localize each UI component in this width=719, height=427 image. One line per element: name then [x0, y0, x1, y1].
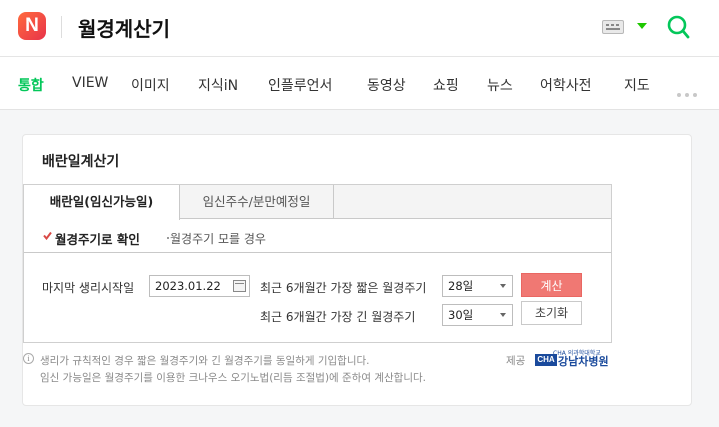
- bullet-dot: [167, 237, 169, 239]
- shortest-cycle-select[interactable]: 28일: [442, 275, 513, 297]
- longest-cycle-select[interactable]: 30일: [442, 304, 513, 326]
- calculator-box: 배란일(임신가능일) 임신주수/분만예정일 월경주기로 확인 월경주기 모를 경…: [23, 184, 612, 343]
- longest-cycle-label: 최근 6개월간 가장 긴 월경주기: [260, 310, 416, 324]
- calendar-icon[interactable]: [233, 280, 246, 292]
- search-query[interactable]: 월경계산기: [78, 13, 170, 42]
- tab-shopping[interactable]: 쇼핑: [433, 75, 459, 95]
- note-line-2: 임신 가능일은 월경주기를 이용한 크나우스 오기노법(리듬 조절법)에 준하여…: [40, 372, 426, 384]
- info-icon: i: [23, 353, 34, 364]
- chevron-down-icon: [500, 313, 506, 317]
- cha-hospital-logo[interactable]: CHA 의과학대학교 CHA 강남차병원: [535, 348, 615, 370]
- tab-influencer[interactable]: 인플루언서: [268, 75, 332, 95]
- last-period-input[interactable]: 2023.01.22: [149, 275, 250, 297]
- tab-images[interactable]: 이미지: [131, 75, 170, 95]
- caret-down-icon[interactable]: [637, 23, 647, 29]
- mode-by-cycle[interactable]: 월경주기로 확인: [55, 229, 140, 248]
- ovulation-calculator-card: 배란일계산기 배란일(임신가능일) 임신주수/분만예정일 월경주기로 확인 월경…: [22, 134, 692, 406]
- tab-pregnancy-week[interactable]: 임신주수/분만예정일: [180, 185, 334, 219]
- last-period-label: 마지막 생리시작일: [42, 281, 135, 295]
- header-divider: [61, 16, 62, 38]
- check-icon: [43, 231, 52, 240]
- mode-unknown-cycle[interactable]: 월경주기 모를 경우: [170, 230, 266, 247]
- card-title: 배란일계산기: [42, 154, 120, 170]
- reset-button[interactable]: 초기화: [521, 301, 582, 325]
- mode-selector: 월경주기로 확인 월경주기 모를 경우: [24, 219, 611, 253]
- calculate-button[interactable]: 계산: [521, 273, 582, 297]
- cha-hospital-name: 강남차병원: [558, 355, 609, 368]
- tab-view[interactable]: VIEW: [72, 75, 108, 91]
- tab-news[interactable]: 뉴스: [487, 75, 513, 95]
- search-tabs: 통합 VIEW 이미지 지식iN 인플루언서 동영상 쇼핑 뉴스 어학사전 지도: [0, 56, 719, 110]
- calculator-tabs: 배란일(임신가능일) 임신주수/분만예정일: [24, 185, 611, 220]
- tab-all[interactable]: 통합: [18, 75, 44, 95]
- more-tabs-icon[interactable]: [677, 82, 701, 101]
- note-line-1: 생리가 규칙적인 경우 짧은 월경주기와 긴 월경주기를 동일하게 기입합니다.: [40, 355, 370, 367]
- provider-label: 제공: [506, 355, 526, 367]
- tab-video[interactable]: 동영상: [367, 75, 406, 95]
- tab-map[interactable]: 지도: [624, 75, 650, 95]
- naver-logo[interactable]: N: [18, 12, 46, 40]
- cha-mark: CHA: [535, 354, 557, 366]
- search-icon[interactable]: [666, 14, 690, 40]
- chevron-down-icon: [500, 284, 506, 288]
- shortest-cycle-value: 28일: [448, 279, 474, 293]
- keyboard-icon[interactable]: [602, 20, 624, 34]
- search-header: N 월경계산기: [0, 0, 719, 56]
- longest-cycle-value: 30일: [448, 308, 474, 322]
- last-period-value: 2023.01.22: [155, 279, 221, 293]
- tab-dictionary[interactable]: 어학사전: [540, 75, 592, 95]
- tab-kin[interactable]: 지식iN: [198, 75, 238, 95]
- shortest-cycle-label: 최근 6개월간 가장 짧은 월경주기: [260, 281, 427, 295]
- tab-ovulation[interactable]: 배란일(임신가능일): [24, 185, 180, 220]
